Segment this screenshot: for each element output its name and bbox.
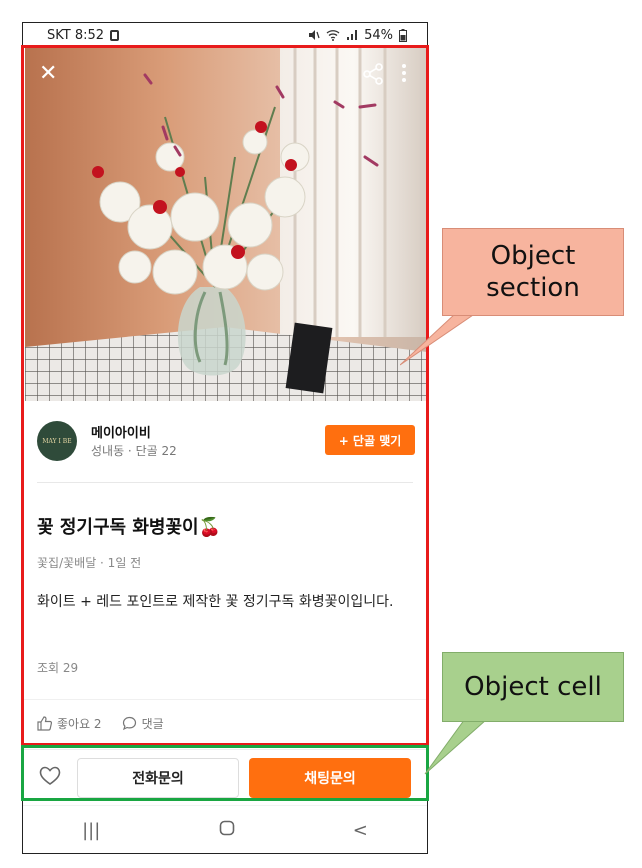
home-button[interactable] (219, 820, 235, 841)
back-button[interactable]: < (353, 820, 368, 841)
divider (37, 482, 413, 483)
call-inquiry-button[interactable]: 전화문의 (77, 758, 239, 798)
callout-pointer-green (424, 712, 496, 775)
signal-icon (347, 30, 358, 40)
screenshot-canvas: SKT 8:52 54% ✕ MAY I BE 메이아이비 성내동 · 단골 2… (0, 0, 642, 868)
post-meta: 꽃집/꽃배달 · 1일 전 (37, 556, 142, 570)
post-description: 화이트 + 레드 포인트로 제작한 꽃 정기구독 화병꽃이입니다. (37, 594, 394, 610)
like-count: 좋아요 2 (57, 717, 102, 731)
seller-location: 성내동 · 단골 22 (91, 444, 177, 458)
sim-icon (110, 29, 120, 41)
comment-label: 댓글 (141, 717, 164, 731)
reaction-bar: 좋아요 2 댓글 (37, 715, 164, 732)
seller-profile[interactable]: MAY I BE 메이아이비 성내동 · 단골 22 + 단골 맺기 (37, 419, 415, 467)
status-bar: SKT 8:52 54% (23, 23, 427, 47)
thumbs-up-icon (37, 716, 52, 731)
close-icon[interactable]: ✕ (39, 63, 57, 85)
status-left: SKT 8:52 (47, 27, 120, 43)
divider (23, 699, 427, 700)
status-right: 54% (308, 28, 407, 43)
bottom-action-bar: 전화문의 채팅문의 (23, 749, 427, 801)
wifi-icon (326, 30, 340, 41)
like-button[interactable]: 좋아요 2 (37, 715, 102, 732)
follow-button[interactable]: + 단골 맺기 (325, 425, 415, 455)
object-section-callout: Object section (442, 228, 624, 316)
heart-icon[interactable] (39, 766, 61, 790)
battery-icon (399, 28, 407, 42)
seller-name[interactable]: 메이아이비 (91, 422, 151, 441)
comment-button[interactable]: 댓글 (122, 715, 164, 732)
chat-inquiry-button[interactable]: 채팅문의 (249, 758, 411, 798)
recent-apps-button[interactable]: ||| (82, 820, 100, 841)
product-photo[interactable]: ✕ (25, 47, 427, 401)
post-title: 꽃 정기구독 화병꽃이🍒 (37, 517, 221, 538)
object-cell-callout: Object cell (442, 652, 624, 722)
more-options-icon[interactable] (401, 63, 407, 83)
flower-vase-image (25, 47, 427, 401)
avatar[interactable]: MAY I BE (37, 421, 77, 461)
home-icon (219, 820, 234, 836)
battery-percent: 54% (364, 27, 393, 43)
view-count: 조회 29 (37, 661, 79, 675)
mute-icon (309, 30, 320, 40)
share-icon[interactable] (363, 63, 383, 85)
comment-icon (122, 716, 136, 731)
phone-screen: SKT 8:52 54% ✕ MAY I BE 메이아이비 성내동 · 단골 2… (22, 22, 428, 854)
system-nav-bar: ||| < (23, 805, 427, 853)
carrier-time: SKT 8:52 (47, 27, 105, 43)
